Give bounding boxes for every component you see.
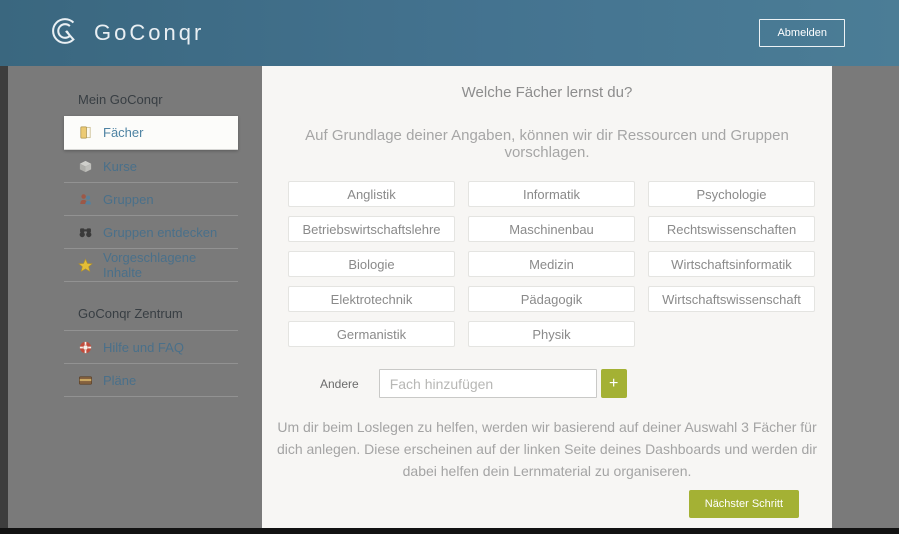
top-header: GoConqr Abmelden — [0, 0, 899, 66]
add-subject-button[interactable]: + — [601, 369, 627, 398]
subject-button-paedagogik[interactable]: Pädagogik — [468, 286, 635, 312]
left-edge-strip — [0, 66, 8, 528]
subject-button-betriebswirtschaftslehre[interactable]: Betriebswirtschaftslehre — [288, 216, 455, 242]
sidebar-list-main: Fächer Kurse — [64, 116, 238, 282]
sidebar-item-label: Kurse — [103, 159, 137, 174]
sidebar-item-gruppen-entdecken[interactable]: Gruppen entdecken — [64, 216, 238, 249]
app-root: GoConqr Abmelden Mein GoConqr Fächer — [0, 0, 899, 534]
sidebar-item-label: Gruppen — [103, 192, 154, 207]
subject-button-wirtschaftsinformatik[interactable]: Wirtschaftsinformatik — [648, 251, 815, 277]
users-icon — [77, 191, 93, 207]
bottom-bar — [0, 528, 899, 534]
subject-button-medizin[interactable]: Medizin — [468, 251, 635, 277]
sidebar-item-label: Fächer — [103, 125, 143, 140]
lifebuoy-icon — [77, 339, 93, 355]
subject-button-informatik[interactable]: Informatik — [468, 181, 635, 207]
sidebar-item-plaene[interactable]: Pläne — [64, 364, 238, 397]
onboarding-panel: Welche Fächer lernst du? Auf Grundlage d… — [262, 66, 832, 528]
sidebar-section-title-goconqr-zentrum: GoConqr Zentrum — [64, 306, 238, 331]
subject-grid: Anglistik Informatik Psychologie Betrieb… — [288, 181, 815, 347]
subject-button-anglistik[interactable]: Anglistik — [288, 181, 455, 207]
other-subject-input[interactable] — [379, 369, 597, 398]
binoculars-icon — [77, 224, 93, 240]
sidebar-item-faecher[interactable]: Fächer — [64, 116, 238, 150]
subject-button-psychologie[interactable]: Psychologie — [648, 181, 815, 207]
goconqr-logo: GoConqr — [48, 14, 204, 53]
subject-button-physik[interactable]: Physik — [468, 321, 635, 347]
subject-button-germanistik[interactable]: Germanistik — [288, 321, 455, 347]
next-step-button[interactable]: Nächster Schritt — [689, 490, 799, 518]
plans-icon — [77, 372, 93, 388]
brand-wordmark: GoConqr — [94, 20, 204, 46]
other-label: Andere — [320, 377, 359, 391]
sidebar-list-zentrum: Hilfe und FAQ Pläne — [64, 331, 238, 397]
sidebar-item-label: Pläne — [103, 373, 136, 388]
subject-button-maschinenbau[interactable]: Maschinenbau — [468, 216, 635, 242]
other-subject-row: Andere + — [320, 369, 832, 398]
star-icon — [77, 257, 93, 273]
sidebar-item-label: Hilfe und FAQ — [103, 340, 184, 355]
sidebar-item-vorgeschlagene-inhalte[interactable]: Vorgeschlagene Inhalte — [64, 249, 238, 282]
sidebar: Mein GoConqr Fächer — [8, 66, 262, 528]
page-subtitle: Auf Grundlage deiner Angaben, können wir… — [262, 127, 832, 161]
sidebar-section-title-mein-goconqr: Mein GoConqr — [64, 92, 238, 107]
subject-button-elektrotechnik[interactable]: Elektrotechnik — [288, 286, 455, 312]
subject-button-wirtschaftswissenschaft[interactable]: Wirtschaftswissenschaft — [648, 286, 815, 312]
sidebar-item-hilfe-und-faq[interactable]: Hilfe und FAQ — [64, 331, 238, 364]
folder-icon — [77, 125, 93, 141]
cube-icon — [77, 158, 93, 174]
subject-button-biologie[interactable]: Biologie — [288, 251, 455, 277]
page-title: Welche Fächer lernst du? — [262, 84, 832, 101]
goconqr-logo-icon — [48, 14, 82, 53]
note-text: Um dir beim Loslegen zu helfen, werden w… — [267, 416, 827, 482]
subject-button-rechtswissenschaften[interactable]: Rechtswissenschaften — [648, 216, 815, 242]
sidebar-item-label: Vorgeschlagene Inhalte — [103, 250, 238, 280]
logout-button[interactable]: Abmelden — [759, 19, 845, 47]
sidebar-item-label: Gruppen entdecken — [103, 225, 217, 240]
sidebar-item-kurse[interactable]: Kurse — [64, 150, 238, 183]
sidebar-item-gruppen[interactable]: Gruppen — [64, 183, 238, 216]
